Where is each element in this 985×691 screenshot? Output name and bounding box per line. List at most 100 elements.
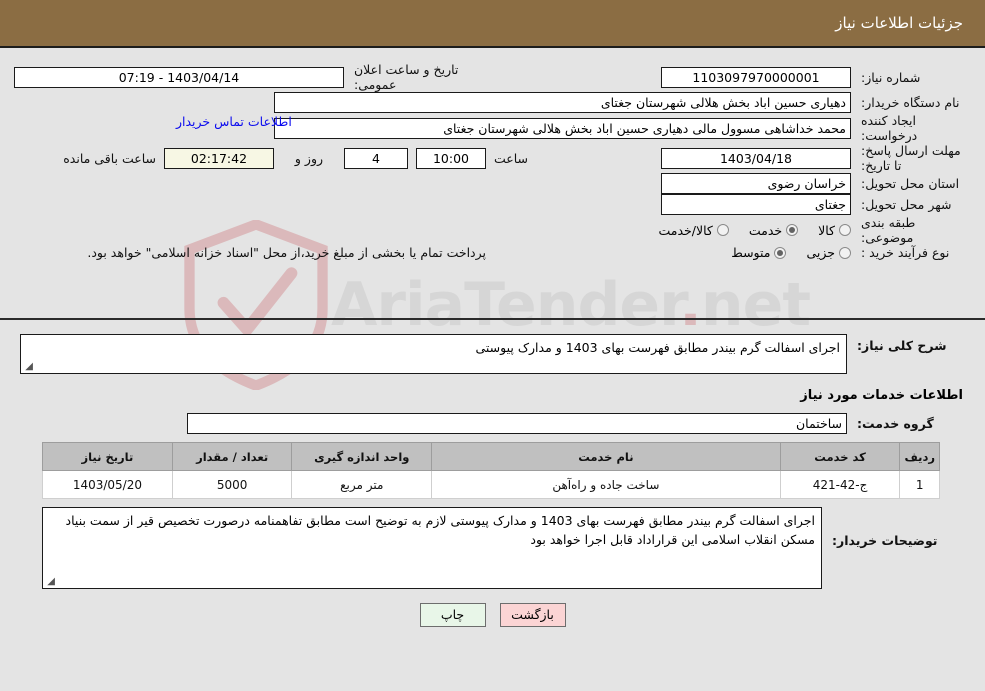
back-button[interactable]: بازگشت <box>499 603 566 627</box>
days-cell: 4 <box>343 143 416 173</box>
service-group-form: گروه خدمت: ساختمان <box>20 413 965 434</box>
days-field[interactable]: 4 <box>343 147 408 169</box>
col-unit: واحد اندازه گیری <box>291 442 433 471</box>
service-group-label: گروه خدمت: <box>857 416 934 431</box>
footer-actions: بازگشت چاپ <box>0 603 985 627</box>
buyer-notes-cell: اجرای اسفالت گرم بیندر مطابق فهرست بهای … <box>42 507 822 589</box>
page-root: AriaTender.net جزئیات اطلاعات نیاز شماره… <box>0 0 985 691</box>
category-radio-group: کالا خدمت کالا/خدمت <box>416 223 851 238</box>
city-field-cell: جغتای <box>661 194 851 215</box>
process-options-cell: جزیی متوسط <box>486 245 851 260</box>
need-number-field[interactable]: 1103097970000001 <box>661 66 851 88</box>
radio-icon-kala[interactable] <box>839 224 851 236</box>
province-field-cell: خراسان رضوی <box>661 173 851 194</box>
category-radio-khedmat-label: خدمت <box>748 222 783 238</box>
row-city: شهر محل تحویل: جغتای <box>14 194 971 215</box>
spacer-6 <box>14 215 416 245</box>
col-index: ردیف <box>899 442 940 471</box>
category-radio-khedmat[interactable]: خدمت <box>748 222 799 238</box>
category-label: طبقه بندی موضوعی: <box>861 215 916 245</box>
resize-grip-icon-notes[interactable]: ◢ <box>45 577 55 587</box>
public-announce-field-cell: 1403/04/14 - 07:19 <box>13 62 344 92</box>
buyer-org-field[interactable]: دهیاری حسین اباد بخش هلالی شهرستان جغتای <box>273 92 851 113</box>
countdown-timer-field: 02:17:42 <box>163 147 274 169</box>
row-service-group: گروه خدمت: ساختمان <box>20 413 965 434</box>
buyer-notes-wrap: توضیحات خریدار: اجرای اسفالت گرم بیندر م… <box>0 499 985 589</box>
radio-icon-jozii[interactable] <box>839 246 851 259</box>
service-group-field-cell: ساختمان <box>187 413 847 434</box>
process-radio-jozii[interactable]: جزیی <box>806 245 851 260</box>
public-announce-label: تاریخ و ساعت اعلان عمومی: <box>353 62 459 92</box>
need-number-field-cell: 1103097970000001 <box>661 62 851 92</box>
col-code: کد خدمت <box>779 442 901 471</box>
services-table: ردیف کد خدمت نام خدمت واحد اندازه گیری ت… <box>42 442 940 499</box>
process-radio-group: جزیی متوسط <box>486 245 851 260</box>
need-summary-panel: شماره نیاز: 1103097970000001 تاریخ و ساع… <box>0 48 985 320</box>
radio-icon-motevaset-selected[interactable] <box>774 246 787 259</box>
spacer-4 <box>14 173 661 194</box>
need-details-panel: شرح کلی نیاز: اجرای اسفالت گرم بیندر مطا… <box>0 320 985 438</box>
requester-field-cell: محمد خداشاهی مسوول مالی دهیاری حسین اباد… <box>176 113 851 143</box>
process-radio-motevaset[interactable]: متوسط <box>731 245 787 260</box>
row-need-number: شماره نیاز: 1103097970000001 تاریخ و ساع… <box>13 62 971 92</box>
category-radio-kala-khedmat[interactable]: کالا/خدمت <box>658 222 729 238</box>
page-title: جزئیات اطلاعات نیاز <box>835 14 963 32</box>
public-announce-field[interactable]: 1403/04/14 - 07:19 <box>13 66 344 88</box>
service-group-field[interactable]: ساختمان <box>187 413 847 434</box>
deadline-date-field[interactable]: 1403/04/18 <box>661 147 851 169</box>
buyer-contact-link[interactable]: اطلاعات تماس خریدار <box>176 114 292 129</box>
row-requester: ایجاد کننده درخواست: محمد خداشاهی مسوول … <box>14 113 971 143</box>
row-province: استان محل تحویل: خراسان رضوی <box>14 173 971 194</box>
general-description-form: شرح کلی نیاز: اجرای اسفالت گرم بیندر مطا… <box>20 334 965 374</box>
col-name: نام خدمت <box>431 442 781 471</box>
requester-field[interactable]: محمد خداشاهی مسوول مالی دهیاری حسین اباد… <box>273 117 851 139</box>
spacer-1 <box>486 62 661 92</box>
row-buyer-org: نام دستگاه خریدار: دهیاری حسین اباد بخش … <box>14 92 971 113</box>
table-header-row: ردیف کد خدمت نام خدمت واحد اندازه گیری ت… <box>42 442 940 471</box>
need-number-label: شماره نیاز: <box>861 69 921 85</box>
deadline-date-cell: 1403/04/18 <box>661 143 851 173</box>
general-desc-value: اجرای اسفالت گرم بیندر مطابق فهرست بهای … <box>475 340 840 355</box>
row-category: طبقه بندی موضوعی: کالا خدمت کالا/خدمت <box>14 215 971 245</box>
buyer-org-label: نام دستگاه خریدار: <box>861 95 960 110</box>
radio-icon-kala-khedmat[interactable] <box>716 224 729 236</box>
city-field[interactable]: جغتای <box>661 194 851 215</box>
resize-grip-icon[interactable]: ◢ <box>23 362 33 372</box>
general-desc-textarea[interactable]: اجرای اسفالت گرم بیندر مطابق فهرست بهای … <box>20 334 847 374</box>
general-desc-label: شرح کلی نیاز: <box>857 338 947 353</box>
buyer-notes-textarea[interactable]: اجرای اسفالت گرم بیندر مطابق فهرست بهای … <box>42 507 822 589</box>
general-desc-cell: اجرای اسفالت گرم بیندر مطابق فهرست بهای … <box>20 334 847 374</box>
print-button[interactable]: چاپ <box>419 603 486 627</box>
category-radio-kala[interactable]: کالا <box>818 223 851 238</box>
city-label: شهر محل تحویل: <box>861 197 952 212</box>
process-radio-motevaset-label: متوسط <box>731 245 771 260</box>
window-titlebar: جزئیات اطلاعات نیاز <box>0 0 985 48</box>
process-label: نوع فرآیند خرید : <box>861 245 950 260</box>
buyer-notes-value: اجرای اسفالت گرم بیندر مطابق فهرست بهای … <box>65 513 815 547</box>
hour-label: ساعت <box>494 150 529 166</box>
cell-code: ج-42-421 <box>779 470 901 499</box>
category-radio-kala-khedmat-label: کالا/خدمت <box>658 222 713 238</box>
deadline-label: مهلت ارسال پاسخ: تا تاریخ: <box>861 143 961 173</box>
spacer-7 <box>20 413 187 434</box>
timer-suffix-label: ساعت باقی مانده <box>63 150 156 166</box>
category-options-cell: کالا خدمت کالا/خدمت <box>416 215 851 245</box>
radio-icon-khedmat-selected[interactable] <box>786 224 799 236</box>
treasury-note: پرداخت تمام یا بخشی از مبلغ خرید،از محل … <box>87 245 486 260</box>
buyer-notes-label: توضیحات خریدار: <box>832 533 938 548</box>
buyer-org-field-cell: دهیاری حسین اباد بخش هلالی شهرستان جغتای <box>273 92 851 113</box>
province-label: استان محل تحویل: <box>861 176 960 191</box>
province-field[interactable]: خراسان رضوی <box>661 173 851 194</box>
table-row: 1 ج-42-421 ساخت جاده و راه‌آهن متر مربع … <box>42 470 940 499</box>
services-section-heading: اطلاعات خدمات مورد نیاز <box>800 388 963 403</box>
hour-cell: 10:00 <box>416 143 486 173</box>
hour-field[interactable]: 10:00 <box>416 147 486 169</box>
cell-quantity: 5000 <box>171 470 293 499</box>
buyer-notes-form: توضیحات خریدار: اجرای اسفالت گرم بیندر م… <box>42 507 940 589</box>
cell-date: 1403/05/20 <box>42 470 173 499</box>
spacer-5 <box>14 194 661 215</box>
cell-index: 1 <box>899 470 940 499</box>
row-deadline: مهلت ارسال پاسخ: تا تاریخ: 1403/04/18 سا… <box>14 143 971 173</box>
spacer-2 <box>14 92 274 113</box>
services-table-wrap: ردیف کد خدمت نام خدمت واحد اندازه گیری ت… <box>0 438 985 499</box>
